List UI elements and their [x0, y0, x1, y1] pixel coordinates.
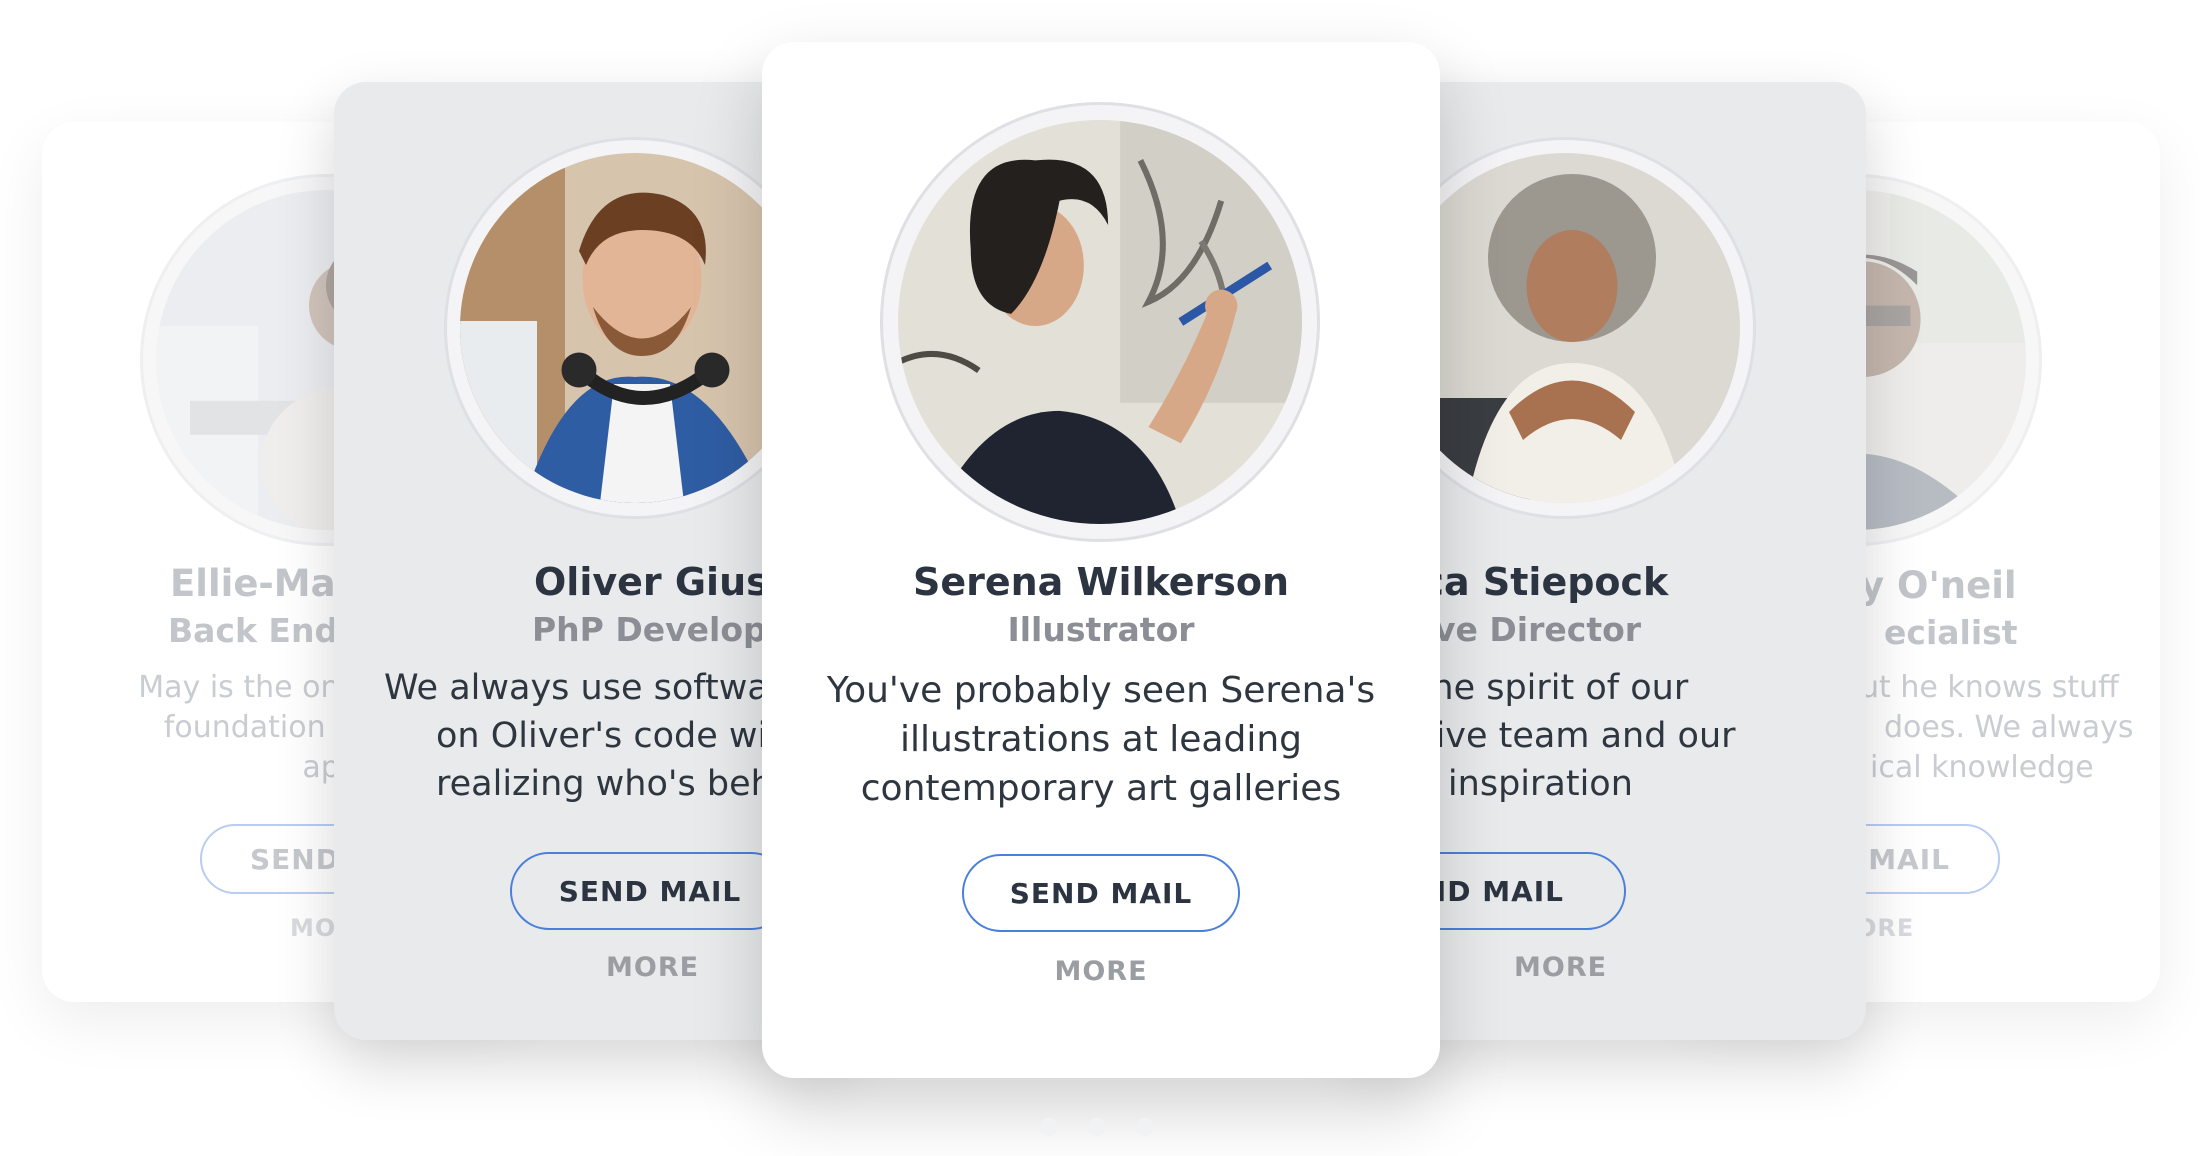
pagination-dot[interactable]: [1136, 1118, 1154, 1136]
send-mail-button[interactable]: SEND MAIL: [962, 854, 1240, 932]
bio-line: illustrations at leading: [899, 719, 1303, 760]
send-mail-label: SEND MAIL: [558, 874, 742, 908]
bio-line: does. We always: [1884, 710, 2134, 745]
bio-line: ut he knows stuff: [1860, 670, 2119, 705]
team-card-serena-wilkerson: Serena Wilkerson Illustrator You've prob…: [762, 42, 1440, 1078]
send-mail-button[interactable]: SEND MAIL: [510, 852, 790, 930]
bio-line: ical knowledge: [1870, 750, 2094, 785]
member-role: Illustrator: [1007, 610, 1195, 649]
pagination-dot[interactable]: [1088, 1118, 1106, 1136]
avatar-serena-wilkerson: [898, 120, 1302, 524]
member-bio: You've probably seen Serena's illustrati…: [762, 666, 1440, 813]
member-name: Serena Wilkerson: [912, 560, 1290, 604]
avatar-oliver-giusti: [460, 153, 810, 503]
send-mail-label: SEND: [250, 842, 340, 876]
bio-line: You've probably seen Serena's: [826, 670, 1376, 711]
bio-line: contemporary art galleries: [860, 768, 1342, 809]
more-link[interactable]: MORE: [762, 956, 1440, 987]
carousel-pagination: [1040, 1118, 1154, 1136]
avatar-rebecca-stiepock: [1390, 153, 1740, 503]
send-mail-label: SEND MAIL: [1009, 876, 1193, 910]
pagination-dot[interactable]: [1040, 1118, 1058, 1136]
